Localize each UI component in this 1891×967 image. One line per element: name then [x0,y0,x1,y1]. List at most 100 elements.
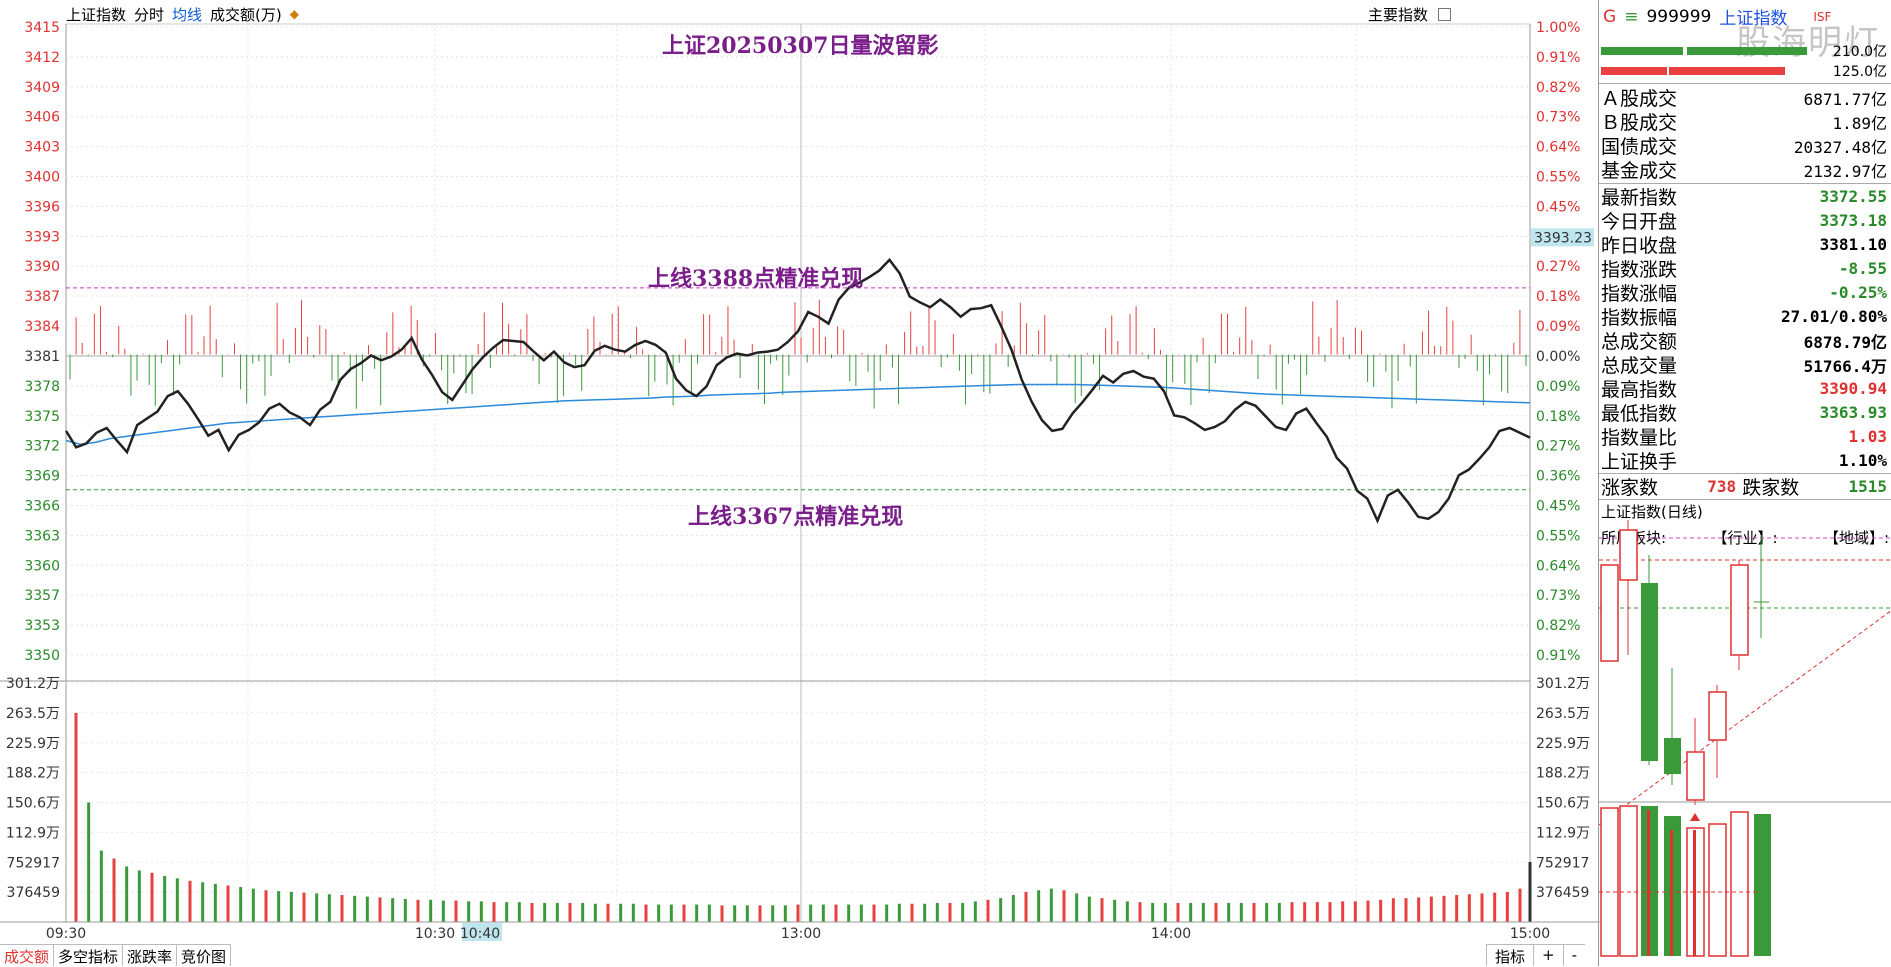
time-tick: 10:30 [415,926,455,942]
volume-tick-right: 376459 [1536,885,1589,901]
lower-line-note: 上线3367点精准兑现 [688,504,904,530]
stat-amplitude: 指数振幅 27.01/0.80% [1601,307,1887,329]
pct-tick: 0.27% [1536,259,1580,275]
pct-tick: 0.64% [1536,140,1580,156]
pct-tick: 0.09% [1536,379,1580,395]
volume-tick-right: 150.6万 [1536,796,1590,812]
intraday-chart[interactable]: 3415 1.00% 3412 0.91% 3409 0.82% 3406 0.73% 3403… [0,0,1600,966]
price-tick: 3353 [24,618,60,634]
group-badge[interactable]: G [1603,7,1616,27]
zoom-out-button[interactable]: - [1562,944,1586,966]
time-tick: 10:40 [460,926,500,942]
price-tick: 3412 [24,50,60,66]
tab-long-short[interactable]: 多空指标 [54,944,124,966]
stat-volume-ratio: 指数量比 1.03 [1601,427,1887,449]
volume-tick: 150.6万 [6,796,60,812]
pct-tick: 0.82% [1536,80,1580,96]
volume-tick: 301.2万 [6,676,60,692]
bar-bottom-label: 125.0亿 [1832,64,1887,80]
price-tick: 3366 [24,498,60,514]
kline-title[interactable]: 上证指数(日线) [1601,501,1703,522]
tab-average-line[interactable]: 均线 [172,4,202,25]
price-tick: 3400 [24,170,60,186]
volume-tick: 112.9万 [6,825,60,841]
main-index-label[interactable]: 主要指数 [1368,4,1428,25]
stat-prev-close: 昨日收盘 3381.10 [1601,235,1887,257]
upper-line-note: 上线3388点精准兑现 [648,266,864,292]
chart-toolbar: 上证指数 分时 均线 成交额(万) ◆ [66,3,299,25]
down-count: 1515 [1848,477,1887,496]
tab-auction[interactable]: 竞价图 [177,944,232,966]
zoom-in-button[interactable]: + [1533,944,1563,966]
pct-tick: 0.18% [1536,409,1580,425]
price-tick: 3406 [24,110,60,126]
pct-tick: 0.55% [1536,170,1580,186]
price-tick: 3363 [24,528,60,544]
volume-tick: 263.5万 [6,706,60,722]
pct-tick: 0.55% [1536,528,1580,544]
volume-tick-right: 225.9万 [1536,736,1590,752]
tab-volume[interactable]: 成交额(万) [210,4,282,25]
price-tick: 3375 [24,409,60,425]
pct-tick: 0.36% [1536,469,1580,485]
indicator-button[interactable]: 指标 [1486,944,1534,966]
index-name[interactable]: 上证指数 [66,4,126,25]
quote-panel: G ≡ 999999 上证指数 ISF 股海明灯 210.0亿 125.0亿 Ａ… [1598,0,1891,966]
price-tick: 3357 [24,588,60,604]
stat-low: 最低指数 3363.93 [1601,403,1887,425]
pct-tick: 0.91% [1536,50,1580,66]
stat-open: 今日开盘 3373.18 [1601,211,1887,233]
indicator-tabs: 成交额 多空指标 涨跌率 竞价图 [0,944,232,966]
indicator-controls: 指标 + - [1486,944,1586,966]
warning-icon[interactable]: ◆ [290,7,299,21]
price-tick: 3396 [24,199,60,215]
breadth-row: 涨家数 738 跌家数 1515 [1601,475,1887,499]
volume-tick-right: 301.2万 [1536,676,1590,692]
volume-tick: 376459 [7,885,60,901]
index-code: 999999 [1646,6,1712,27]
stat-change: 指数涨跌 -8.55 [1601,259,1887,281]
up-count-label: 涨家数 [1601,477,1659,499]
window-toggle-icon[interactable] [1438,8,1451,21]
stat-latest: 最新指数 3372.55 [1601,187,1887,209]
time-tick: 09:30 [46,926,86,942]
time-tick: 13:00 [781,926,821,942]
price-tick: 3415 [24,20,60,36]
pct-tick: 0.00% [1536,349,1580,365]
main-index-selector[interactable]: 主要指数 [1368,4,1451,25]
price-tick: 3387 [24,289,60,305]
volume-tick: 752917 [7,855,60,871]
turnover-row-a: Ａ股成交 6871.77亿 [1601,88,1887,110]
pct-tick: 0.64% [1536,558,1580,574]
price-tick: 3390 [24,259,60,275]
pct-tick: 0.91% [1536,648,1580,664]
pct-tick: 0.82% [1536,618,1580,634]
stat-high: 最高指数 3390.94 [1601,379,1887,401]
price-tick: 3369 [24,469,60,485]
sell-strength-bar: 125.0亿 [1599,64,1889,80]
turnover-row-b: Ｂ股成交 1.89亿 [1601,112,1887,134]
volume-tick-right: 188.2万 [1536,766,1590,782]
volume-tick-right: 112.9万 [1536,825,1590,841]
stat-change-pct: 指数涨幅 -0.25% [1601,283,1887,305]
price-tick: 3393 [24,229,60,245]
price-tick: 3350 [24,648,60,664]
price-tick: 3403 [24,140,60,156]
tab-turnover[interactable]: 成交额 [0,944,55,966]
pct-tick: 1.00% [1536,20,1580,36]
down-count-label: 跌家数 [1742,477,1800,499]
tab-advance-decline[interactable]: 涨跌率 [123,944,178,966]
daily-kline-chart[interactable] [1599,520,1891,960]
pct-tick: 0.45% [1536,498,1580,514]
volume-tick-right: 752917 [1536,855,1589,871]
price-tick: 3360 [24,558,60,574]
up-count: 738 [1707,477,1737,496]
pct-tick: 0.18% [1536,289,1580,305]
volume-tick: 188.2万 [6,766,60,782]
tab-intraday[interactable]: 分时 [134,4,164,25]
pct-tick: 0.27% [1536,439,1580,455]
current-marker: 3393.23 [1534,230,1592,246]
menu-icon[interactable]: ≡ [1624,7,1638,27]
volume-tick: 225.9万 [6,736,60,752]
stat-total-volume: 总成交量 51766.4万 [1601,355,1887,377]
